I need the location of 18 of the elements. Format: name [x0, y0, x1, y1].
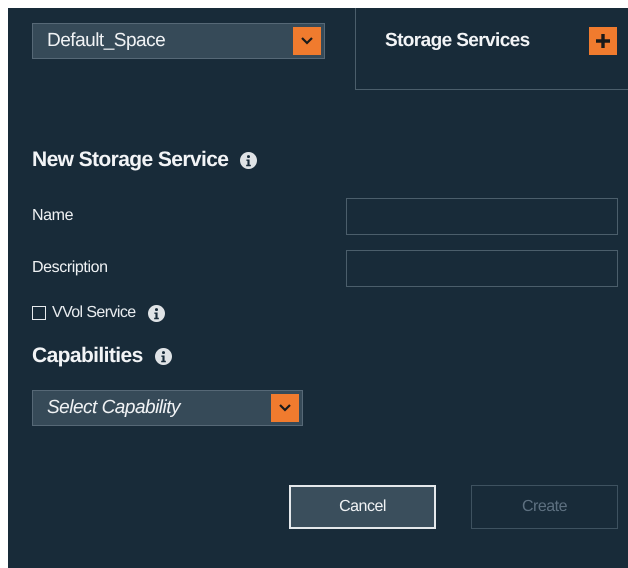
add-icon[interactable] [589, 27, 617, 55]
section-heading: Capabilities [32, 344, 143, 368]
section-heading: New Storage Service [32, 148, 228, 172]
chevron-down-icon[interactable] [293, 27, 321, 55]
info-icon[interactable] [154, 348, 172, 364]
action-button[interactable]: Cancel [289, 485, 436, 529]
field-label: Name [32, 207, 74, 225]
field-label: Description [32, 259, 108, 277]
dropdown[interactable]: Select Capability [32, 390, 303, 426]
info-icon[interactable] [148, 304, 165, 322]
input-field[interactable] [346, 250, 618, 286]
checkbox[interactable] [32, 306, 46, 320]
info-icon[interactable] [240, 152, 258, 168]
checkbox-label: VVol Service [52, 304, 136, 322]
input-field[interactable] [346, 198, 618, 234]
chevron-down-icon[interactable] [271, 394, 299, 422]
tab[interactable]: Storage Services [355, 8, 628, 90]
dropdown[interactable]: Default_Space [32, 23, 325, 59]
